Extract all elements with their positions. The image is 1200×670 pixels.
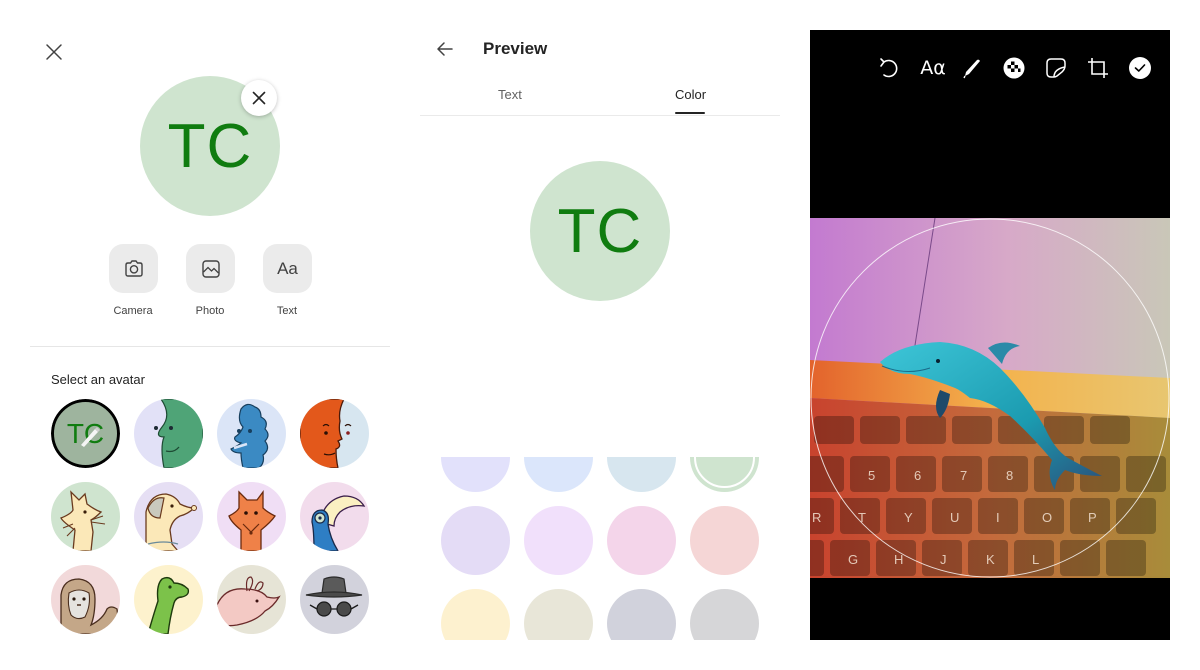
text-aa-icon: Aa <box>277 258 298 278</box>
tab-divider <box>420 115 780 116</box>
avatar-option-toucan[interactable] <box>300 482 369 551</box>
text-button[interactable]: Aa <box>263 244 312 293</box>
dismiss-icon <box>252 91 266 105</box>
keyboard-key <box>1106 540 1146 576</box>
avatar-option-dog[interactable] <box>134 482 203 551</box>
divider <box>30 346 390 347</box>
keyboard-key-label: P <box>1088 510 1097 525</box>
keyboard-key-label: 5 <box>868 468 875 483</box>
photo-canvas[interactable]: 56789RTYUIOPFGHJKL <box>810 218 1170 578</box>
filter-button[interactable] <box>1001 55 1027 81</box>
keyboard-key-label: 8 <box>1006 468 1013 483</box>
avatar-initials: TC <box>167 111 253 181</box>
page-title: Preview <box>483 39 548 58</box>
pen-icon <box>963 59 980 79</box>
avatar-option-pig[interactable] <box>217 565 286 634</box>
avatar-option-cat[interactable] <box>51 482 120 551</box>
keyboard-key <box>860 416 900 444</box>
active-tab-indicator <box>675 112 705 114</box>
close-icon <box>46 44 62 60</box>
keyboard-key <box>906 416 946 444</box>
avatar-option-green-face[interactable] <box>134 399 203 468</box>
color-swatch[interactable] <box>524 589 593 640</box>
keyboard-key-label: L <box>1032 552 1039 567</box>
color-swatch[interactable] <box>524 457 593 492</box>
photo-label: Photo <box>195 305 225 317</box>
keyboard-key-label: 7 <box>960 468 967 483</box>
text-tool-button[interactable]: Aα <box>918 55 948 81</box>
keyboard-key-label: Y <box>904 510 913 525</box>
color-swatch[interactable] <box>441 506 510 575</box>
keyboard-key <box>952 416 992 444</box>
avatar-option-blue-face[interactable] <box>217 399 286 468</box>
sticker-button[interactable] <box>1043 55 1069 81</box>
color-swatch-grid <box>430 457 770 640</box>
keyboard-key-label: O <box>1042 510 1052 525</box>
keyboard-key-label: G <box>848 552 858 567</box>
color-swatch[interactable] <box>690 589 759 640</box>
keyboard-key <box>810 540 824 576</box>
keyboard-key-label: J <box>940 552 947 567</box>
keyboard-key-label: U <box>950 510 959 525</box>
close-button[interactable] <box>44 42 64 62</box>
color-swatch[interactable] <box>607 589 676 640</box>
avatar-option-initials[interactable]: TC <box>51 399 120 468</box>
color-swatch[interactable] <box>441 589 510 640</box>
keyboard-key <box>1116 498 1156 534</box>
avatar-option-spy[interactable] <box>300 565 369 634</box>
keyboard-key-label: K <box>986 552 995 567</box>
keyboard-key-label: I <box>996 510 1000 525</box>
keyboard-key <box>810 456 844 492</box>
camera-button[interactable] <box>109 244 158 293</box>
photo-button[interactable] <box>186 244 235 293</box>
keyboard-key <box>1090 416 1130 444</box>
undo-icon <box>880 58 898 78</box>
keyboard-key-label: 6 <box>914 468 921 483</box>
color-swatch[interactable] <box>607 457 676 492</box>
color-swatch[interactable] <box>524 506 593 575</box>
crop-icon <box>1088 58 1108 78</box>
color-swatch[interactable] <box>441 457 510 492</box>
preview-avatar: TC <box>530 161 670 301</box>
undo-button[interactable] <box>876 55 902 81</box>
sticker-icon <box>1046 58 1066 78</box>
photo-editor: Aα 5 6 7 8 R T Y U I O P G H J K L <box>810 30 1170 640</box>
camera-label: Camera <box>113 305 153 317</box>
camera-icon <box>124 259 143 277</box>
filter-checker-icon <box>1003 57 1025 79</box>
color-swatch[interactable] <box>690 506 759 575</box>
tab-color[interactable]: Color <box>675 87 706 102</box>
color-swatch[interactable] <box>690 457 759 492</box>
remove-avatar-button[interactable] <box>241 80 277 116</box>
avatar-option-dinosaur[interactable] <box>134 565 203 634</box>
color-swatch[interactable] <box>607 506 676 575</box>
text-label: Text <box>276 305 298 317</box>
checkmark-circle-icon <box>1129 57 1151 79</box>
image-icon <box>201 259 220 278</box>
done-button[interactable] <box>1127 55 1153 81</box>
avatar-option-sloth[interactable] <box>51 565 120 634</box>
keyboard-key-label: R <box>812 510 821 525</box>
draw-button[interactable] <box>959 55 985 81</box>
arrow-left-icon <box>437 42 453 56</box>
select-avatar-heading: Select an avatar <box>51 372 145 387</box>
keyboard-key <box>1060 540 1100 576</box>
preview-avatar-initials: TC <box>557 196 643 266</box>
tab-text[interactable]: Text <box>498 87 522 102</box>
back-button[interactable] <box>434 38 456 60</box>
keyboard-key <box>814 416 854 444</box>
text-icon: Aα <box>920 57 946 79</box>
crop-button[interactable] <box>1085 55 1111 81</box>
avatar-option-fox[interactable] <box>217 482 286 551</box>
avatar-option-orange-face[interactable] <box>300 399 369 468</box>
